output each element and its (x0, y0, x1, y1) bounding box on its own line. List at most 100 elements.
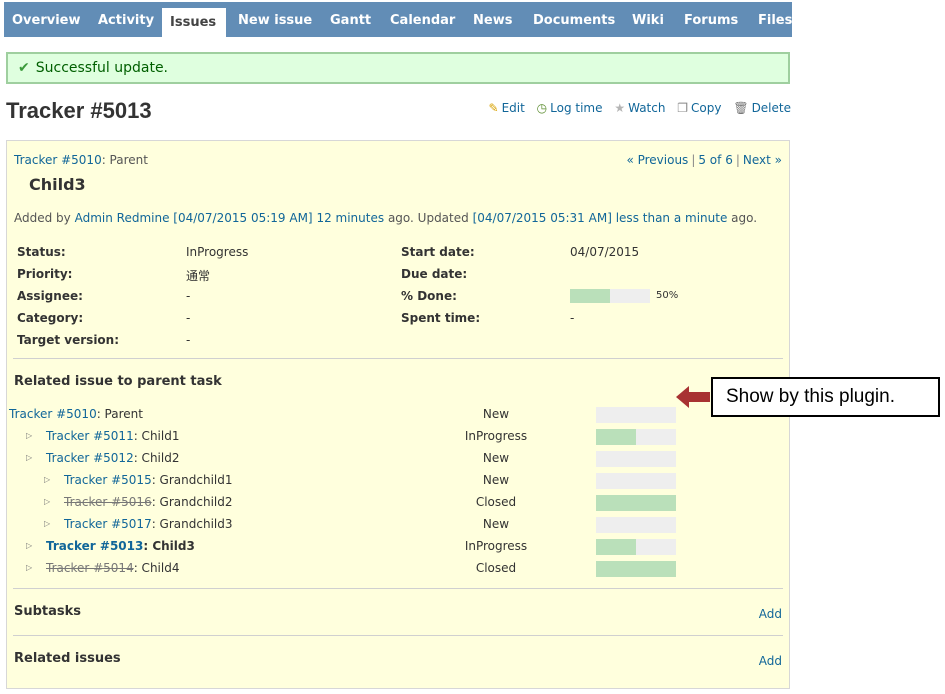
edit-button[interactable]: ✎ Edit (489, 101, 525, 115)
add-subtask-link[interactable]: Add (759, 607, 782, 621)
related-issues-title: Related issues (14, 651, 121, 666)
tab-calendar[interactable]: Calendar (382, 2, 463, 37)
related-row: ▷ Tracker #5015: Grandchild1 New (7, 470, 789, 492)
tab-files[interactable]: Files (750, 2, 792, 37)
related-progress-bar (596, 473, 676, 489)
log-time-button[interactable]: ◷ Log time (537, 101, 603, 115)
add-related-issue-link[interactable]: Add (759, 654, 782, 668)
related-status: New (482, 473, 510, 487)
related-status: New (482, 451, 510, 465)
issue-subject: Child3 (29, 175, 86, 194)
issue-details: Tracker #5010: Parent « Previous | 5 of 6 |… (6, 140, 790, 689)
tab-forums[interactable]: Forums (676, 2, 746, 37)
expand-arrow-icon[interactable]: ▷ (44, 519, 50, 528)
related-row: ▷ Tracker #5014: Child4 Closed (7, 558, 789, 580)
parent-issue: Tracker #5010: Parent (14, 153, 148, 167)
status-label: Status: (17, 245, 66, 259)
related-issue-link[interactable]: Tracker #5017 (64, 517, 152, 531)
copy-button[interactable]: ❐ Copy (677, 101, 721, 115)
tab-activity[interactable]: Activity (90, 2, 162, 37)
related-progress-bar (596, 539, 676, 555)
related-progress-fill (596, 539, 636, 555)
next-link[interactable]: Next » (743, 153, 782, 167)
related-row: Tracker #5010: Parent New (7, 404, 789, 426)
related-issue-link[interactable]: Tracker #5010 (9, 407, 97, 421)
related-status: InProgress (464, 539, 528, 553)
watch-button[interactable]: ★ Watch (614, 101, 665, 115)
category-label: Category: (17, 311, 84, 325)
done-percent: 50% (656, 290, 679, 301)
tab-issues[interactable]: Issues (162, 8, 226, 37)
related-progress-bar (596, 451, 676, 467)
related-status: New (482, 517, 510, 531)
target-version-value: - (186, 333, 191, 347)
related-issue-link[interactable]: Tracker #5016 (64, 495, 152, 509)
related-progress-bar (596, 495, 676, 511)
related-progress-fill (596, 429, 636, 445)
category-value: - (186, 311, 191, 325)
main-menu: Overview Activity Issues New issue Gantt… (4, 2, 792, 37)
issue-position-link[interactable]: 5 of 6 (698, 153, 732, 167)
updated-ago-link[interactable]: less than a minute (616, 211, 728, 225)
previous-link[interactable]: « Previous (626, 153, 688, 167)
created-ago-link[interactable]: 12 minutes (316, 211, 384, 225)
related-issue-link[interactable]: Tracker #5013 (46, 539, 143, 553)
related-row: ▷ Tracker #5011: Child1 InProgress (7, 426, 789, 448)
status-value: InProgress (186, 245, 249, 259)
related-progress-bar (596, 561, 676, 577)
annotation-callout: Show by this plugin. (711, 377, 940, 417)
created-date-link[interactable]: [04/07/2015 05:19 AM] (173, 211, 312, 225)
related-issue-link[interactable]: Tracker #5011 (46, 429, 134, 443)
related-row: ▷ Tracker #5013: Child3 InProgress (7, 536, 789, 558)
related-progress-bar (596, 407, 676, 423)
tab-news[interactable]: News (465, 2, 520, 37)
related-progress-bar (596, 517, 676, 533)
expand-arrow-icon[interactable]: ▷ (26, 541, 32, 550)
priority-label: Priority: (17, 267, 73, 281)
tab-gantt[interactable]: Gantt (322, 2, 379, 37)
related-subject: Tracker #5012: Child2 (46, 451, 180, 465)
related-subject: Tracker #5013: Child3 (46, 539, 195, 553)
related-subject: Tracker #5011: Child1 (46, 429, 180, 443)
related-row: ▷ Tracker #5016: Grandchild2 Closed (7, 492, 789, 514)
start-date-value: 04/07/2015 (570, 245, 640, 259)
page-title: Tracker #5013 (6, 98, 152, 123)
pencil-icon: ✎ (488, 101, 499, 115)
expand-arrow-icon[interactable]: ▷ (44, 475, 50, 484)
tab-overview[interactable]: Overview (4, 2, 89, 37)
expand-arrow-icon[interactable]: ▷ (26, 453, 32, 462)
related-parent-title: Related issue to parent task (14, 374, 222, 389)
related-status: Closed (475, 495, 517, 509)
related-subject: Tracker #5015: Grandchild1 (64, 473, 233, 487)
done-progress-bar (570, 289, 650, 303)
priority-value: 通常 (186, 269, 211, 283)
expand-arrow-icon[interactable]: ▷ (26, 431, 32, 440)
related-row: ▷ Tracker #5012: Child2 New (7, 448, 789, 470)
parent-issue-link[interactable]: Tracker #5010 (14, 153, 102, 167)
related-issue-link[interactable]: Tracker #5015 (64, 473, 152, 487)
tab-new-issue[interactable]: New issue (230, 2, 320, 37)
spent-time-value: - (570, 311, 575, 325)
assignee-value: - (186, 289, 191, 303)
tab-documents[interactable]: Documents (525, 2, 623, 37)
star-icon: ★ (614, 101, 626, 115)
done-progress-fill (570, 289, 610, 303)
related-issue-link[interactable]: Tracker #5012 (46, 451, 134, 465)
checkmark-icon: ✔ (18, 60, 30, 76)
related-progress-fill (596, 561, 676, 577)
updated-date-link[interactable]: [04/07/2015 05:31 AM] (473, 211, 612, 225)
flash-notice: ✔ Successful update. (6, 52, 790, 84)
divider (13, 635, 783, 636)
expand-arrow-icon[interactable]: ▷ (44, 497, 50, 506)
related-subject: Tracker #5016: Grandchild2 (64, 495, 233, 509)
due-date-label: Due date: (401, 267, 468, 281)
author-link[interactable]: Admin Redmine (75, 211, 170, 225)
expand-arrow-icon[interactable]: ▷ (26, 563, 32, 572)
delete-button[interactable]: 🗑 Delete (733, 101, 791, 115)
related-progress-bar (596, 429, 676, 445)
spent-time-label: Spent time: (401, 311, 481, 325)
related-issue-link[interactable]: Tracker #5014 (46, 561, 134, 575)
trash-icon: 🗑 (733, 101, 749, 115)
tab-wiki[interactable]: Wiki (624, 2, 672, 37)
related-row: ▷ Tracker #5017: Grandchild3 New (7, 514, 789, 536)
